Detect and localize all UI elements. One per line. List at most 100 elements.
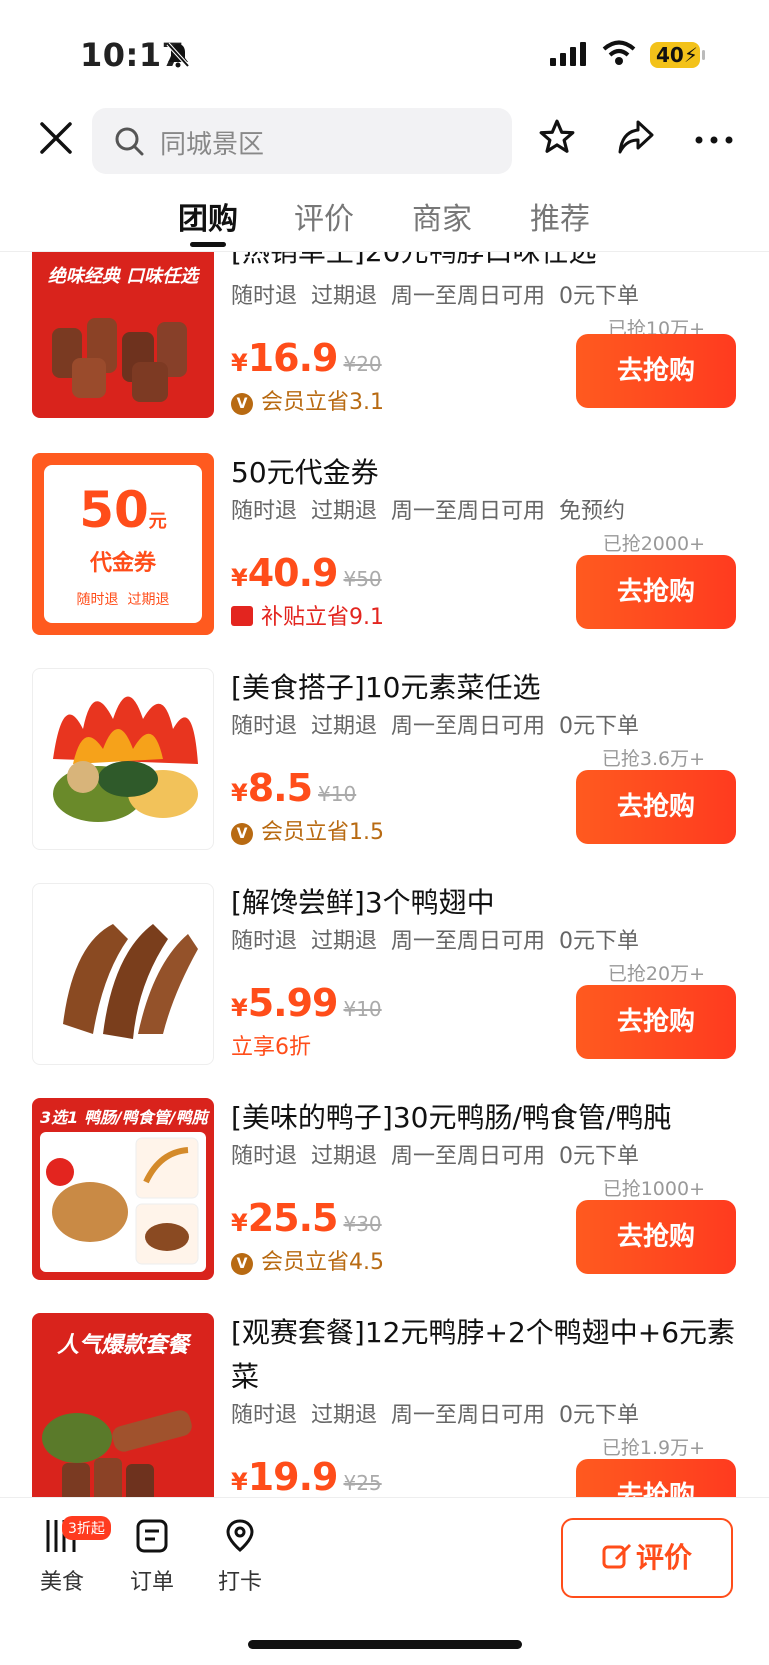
original-price: ¥50 bbox=[343, 567, 382, 591]
tag: 0元下单 bbox=[559, 284, 640, 309]
food-image bbox=[42, 1410, 192, 1497]
voucher-unit: 元 bbox=[148, 511, 167, 532]
buy-button[interactable]: 去抢购 bbox=[576, 985, 736, 1059]
deal-title: [观赛套餐]12元鸭脖+2个鸭翅中+6元素菜 bbox=[231, 1316, 736, 1393]
tab-group-buy[interactable]: 团购 bbox=[178, 194, 238, 238]
deal-price: ¥5.99 ¥10 bbox=[231, 981, 382, 1025]
nav-food-label: 美食 bbox=[39, 1570, 84, 1595]
tab-recommend[interactable]: 推荐 bbox=[530, 194, 590, 238]
food-image bbox=[53, 696, 198, 822]
tag: 随时退 bbox=[231, 1403, 298, 1428]
tag: 过期退 bbox=[311, 284, 378, 309]
original-price: ¥10 bbox=[343, 997, 382, 1021]
food-image bbox=[46, 1137, 199, 1265]
original-price: ¥10 bbox=[318, 782, 357, 806]
deal-item[interactable]: [美食搭子]10元素菜任选 随时退 过期退 周一至周日可用 0元下单 已抢3.6万+ … bbox=[0, 668, 769, 883]
search-placeholder: 同城景区 bbox=[160, 130, 265, 160]
food-image bbox=[63, 924, 198, 1039]
tag: 随时退 bbox=[231, 929, 298, 954]
benefit-text: 会员立省1.5 bbox=[261, 820, 384, 845]
deal-title: [热销单土]20元鸭脖口味任选 bbox=[231, 252, 741, 272]
location-pin-icon bbox=[226, 1519, 254, 1552]
mute-bell-icon bbox=[166, 42, 190, 72]
review-label: 评价 bbox=[635, 1541, 692, 1574]
buy-button[interactable]: 去抢购 bbox=[576, 555, 736, 629]
buy-button[interactable]: 去抢购 bbox=[576, 770, 736, 844]
deal-thumbnail: 绝味经典 口味任选 bbox=[32, 252, 214, 418]
price-value: 16.9 bbox=[247, 336, 339, 380]
tag: 过期退 bbox=[311, 1144, 378, 1169]
deal-item[interactable]: 3选1 鸭肠/鸭食管/鸭肫 [美味的鸭子]30元鸭肠/鸭食管/鸭肫 随时退 过期退… bbox=[0, 1098, 769, 1313]
original-price: ¥30 bbox=[343, 1212, 382, 1236]
signal-icon bbox=[550, 42, 586, 70]
benefit-text: 会员立省4.5 bbox=[261, 1250, 384, 1275]
deal-list: 绝味经典 口味任选 [热销单土]20元鸭脖口味任选 随时退过期退周一至周日可用0… bbox=[0, 252, 769, 1497]
nav-orders[interactable]: 订单 bbox=[112, 1518, 192, 1596]
deal-thumbnail: 人气爆款套餐 bbox=[32, 1313, 214, 1497]
original-price: ¥20 bbox=[343, 352, 382, 376]
subsidy-benefit: 补贴立省9.1 bbox=[231, 599, 384, 631]
discount-benefit: 立享6折 bbox=[231, 1035, 311, 1060]
price-value: 8.5 bbox=[247, 766, 313, 810]
deal-tags: 随时退 过期退 周一至周日可用 免预约 bbox=[231, 493, 639, 525]
tag: 周一至周日可用 bbox=[391, 284, 546, 309]
deal-item[interactable]: 人气爆款套餐 [观赛套餐]12元鸭脖+2个鸭翅中+6元素菜 随时退 过期退 周一至周… bbox=[0, 1313, 769, 1497]
tag: 随时退 bbox=[231, 714, 298, 739]
deal-thumbnail bbox=[32, 668, 214, 850]
voucher-card: 50元 代金券 随时退 过期退 bbox=[44, 465, 202, 623]
top-header: 同城景区 bbox=[0, 100, 769, 180]
tag: 0元下单 bbox=[559, 929, 640, 954]
thumb-caption: 人气爆款套餐 bbox=[56, 1333, 189, 1358]
deal-item[interactable]: 50元 代金券 随时退 过期退 50元代金券 随时退 过期退 周一至周日可用 免预约 … bbox=[0, 453, 769, 668]
sold-count: 已抢1000+ bbox=[602, 1178, 705, 1200]
search-input[interactable]: 同城景区 bbox=[92, 108, 512, 174]
deal-thumbnail: 3选1 鸭肠/鸭食管/鸭肫 bbox=[32, 1098, 214, 1280]
nav-checkin[interactable]: 打卡 bbox=[200, 1518, 280, 1596]
deal-item[interactable]: [解馋尝鲜]3个鸭翅中 随时退 过期退 周一至周日可用 0元下单 已抢20万+ ¥5.… bbox=[0, 883, 769, 1098]
vip-icon: V bbox=[231, 1253, 253, 1275]
deal-price: ¥19.9 ¥25 bbox=[231, 1455, 382, 1497]
share-icon[interactable] bbox=[616, 118, 656, 160]
nav-checkin-label: 打卡 bbox=[217, 1570, 262, 1595]
vip-icon: V bbox=[231, 823, 253, 845]
deal-thumbnail bbox=[32, 883, 214, 1065]
battery-indicator: 40⚡ bbox=[650, 42, 705, 68]
buy-button[interactable]: 去抢购 bbox=[576, 1459, 736, 1497]
deal-tags: 随时退 过期退 周一至周日可用 0元下单 bbox=[231, 278, 653, 310]
tag: 过期退 bbox=[311, 499, 378, 524]
tag: 免预约 bbox=[559, 499, 626, 524]
close-icon[interactable] bbox=[36, 118, 76, 158]
voucher-amount: 50元 bbox=[44, 481, 202, 539]
deal-tags: 随时退 过期退 周一至周日可用 0元下单 bbox=[231, 923, 653, 955]
edit-icon bbox=[602, 1543, 632, 1569]
member-benefit: V 会员立省1.5 bbox=[231, 814, 384, 846]
tab-merchant[interactable]: 商家 bbox=[412, 194, 472, 238]
more-icon[interactable] bbox=[694, 130, 734, 149]
original-price: ¥25 bbox=[343, 1471, 382, 1495]
thumb-caption: 绝味经典 口味任选 bbox=[47, 266, 199, 287]
buy-button[interactable]: 去抢购 bbox=[576, 334, 736, 408]
tab-active-indicator bbox=[190, 242, 226, 247]
food-image bbox=[52, 318, 187, 402]
tab-bar: 团购 评价 商家 推荐 bbox=[0, 190, 769, 252]
tag: 周一至周日可用 bbox=[391, 1403, 546, 1428]
write-review-button[interactable]: 评价 bbox=[561, 1518, 733, 1598]
wifi-icon bbox=[602, 40, 636, 70]
tag: 过期退 bbox=[311, 1403, 378, 1428]
voucher-number: 50 bbox=[79, 481, 149, 539]
tag: 随时退 bbox=[231, 499, 298, 524]
tag: 随时退 bbox=[231, 1144, 298, 1169]
benefit-text: 补贴立省9.1 bbox=[261, 605, 384, 630]
favorite-star-icon[interactable] bbox=[538, 118, 576, 160]
vip-icon: V bbox=[231, 393, 253, 415]
voucher-label: 代金券 bbox=[89, 551, 156, 576]
price-value: 40.9 bbox=[247, 551, 339, 595]
tab-reviews[interactable]: 评价 bbox=[294, 194, 354, 238]
deal-item[interactable]: 绝味经典 口味任选 [热销单土]20元鸭脖口味任选 随时退过期退周一至周日可用 0… bbox=[0, 252, 769, 453]
price-value: 5.99 bbox=[247, 981, 339, 1025]
home-indicator bbox=[248, 1640, 522, 1649]
gift-icon bbox=[231, 606, 253, 626]
tag: 周一至周日可用 bbox=[391, 1144, 546, 1169]
deal-title: [解馋尝鲜]3个鸭翅中 bbox=[231, 886, 495, 919]
buy-button[interactable]: 去抢购 bbox=[576, 1200, 736, 1274]
